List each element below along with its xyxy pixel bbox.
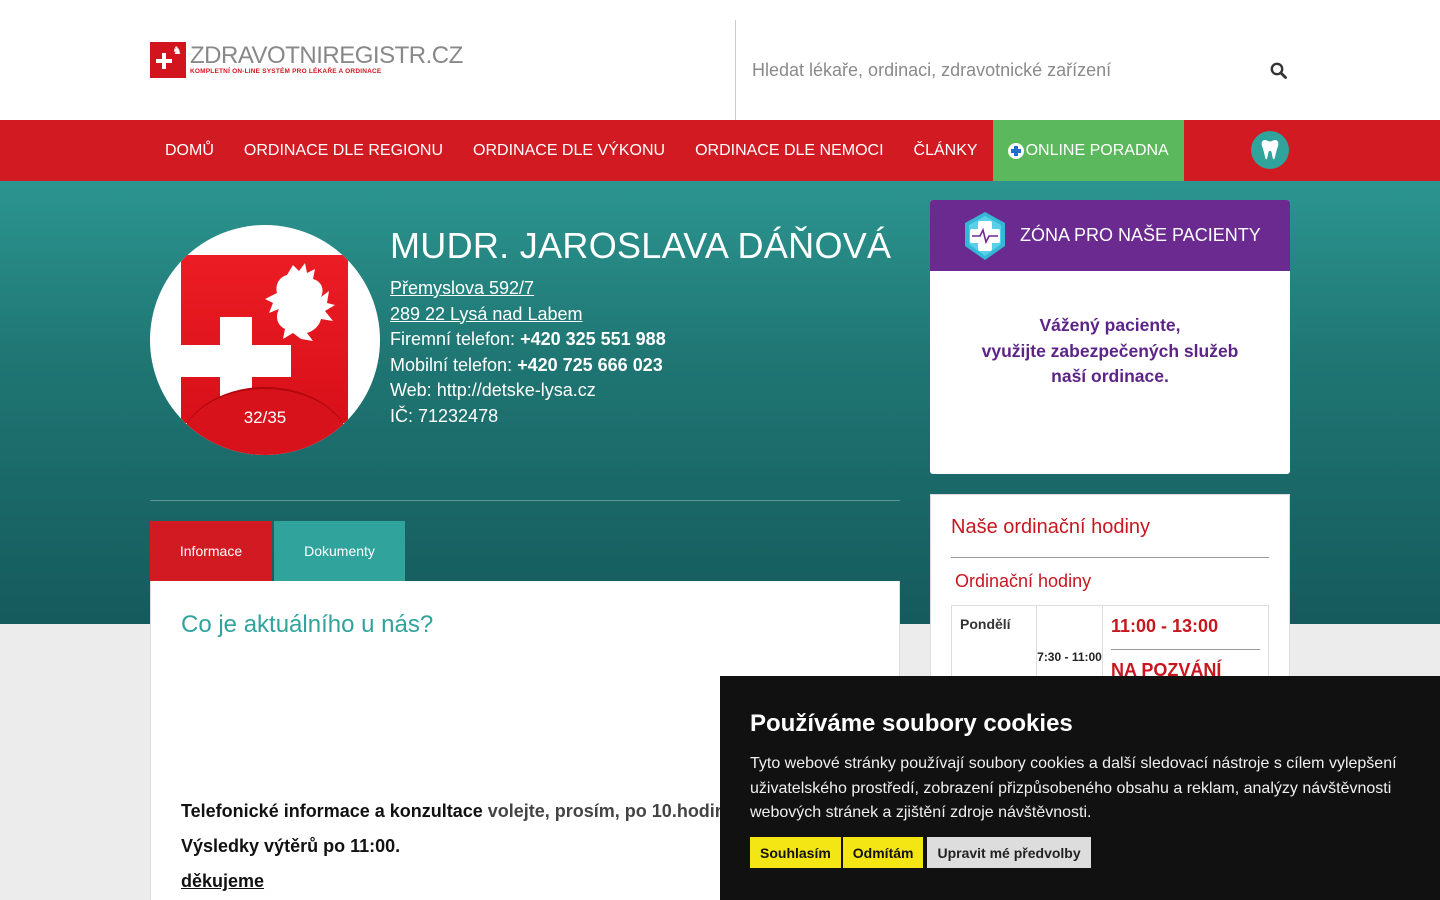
hero-divider [150,500,900,501]
cookie-banner: Používáme soubory cookies Tyto webové st… [720,676,1440,900]
doctor-contact-info: Přemyslova 592/7 289 22 Lysá nad Labem F… [390,276,666,430]
rating-count: 32/35 [243,408,287,427]
test-results-text: Výsledky výtěrů po 11:00. [181,836,401,856]
nav-item-domu[interactable]: DOMŮ [150,120,229,181]
address-street-link[interactable]: Přemyslova 592/7 [390,276,666,302]
nav-online-label: ONLINE PORADNA [1025,141,1169,159]
cookie-preferences-button[interactable]: Upravit mé předvolby [927,837,1091,868]
cookie-text: Tyto webové stránky používají soubory co… [750,755,1397,821]
company-phone: Firemní telefon: +420 325 551 988 [390,329,666,350]
nav-item-vykon[interactable]: ORDINACE DLE VÝKONU [458,120,680,181]
cookie-title: Používáme soubory cookies [750,710,1073,737]
patient-zone-title: ZÓNA PRO NAŠE PACIENTY [1020,225,1261,245]
news-heading: Co je aktuálního u nás? [181,611,434,638]
address-city-link[interactable]: 289 22 Lysá nad Labem [390,302,666,328]
thanks-text: děkujeme [181,871,265,891]
cookie-reject-button[interactable]: Odmítám [842,837,924,868]
logo-cross-icon: ♞ [150,42,186,78]
patient-zone-body: Vážený paciente, využijte zabezpečených … [981,315,1239,386]
dental-button[interactable] [1251,131,1289,169]
cookie-accept-button[interactable]: Souhlasím [750,837,841,868]
tooth-icon [1261,140,1279,160]
logo-subtitle: KOMPLETNÍ ON-LINE SYSTÉM PRO LÉKAŘE A OR… [190,68,382,75]
medical-plus-icon [1007,142,1024,159]
search-input[interactable] [752,58,1232,82]
company-phone-number[interactable]: +420 325 551 988 [520,329,666,349]
company-id: IČ: 71232478 [390,405,499,426]
logo-title: ZDRAVOTNIREGISTR.CZ [190,42,463,69]
site-logo[interactable]: ♞ ZDRAVOTNIREGISTR.CZ KOMPLETNÍ ON-LINE … [150,41,463,79]
doctor-avatar: 32/35 [150,225,380,455]
phone-consult-text: Telefonické informace a konzultace volej… [181,801,736,821]
mobile-phone-number[interactable]: +420 725 666 023 [517,355,663,375]
search-button[interactable] [1266,56,1290,84]
search-box [735,20,1290,120]
tab-informace[interactable]: Informace [150,521,272,581]
mobile-phone: Mobilní telefon: +420 725 666 023 [390,354,663,375]
search-icon [1270,62,1287,79]
main-nav: DOMŮ ORDINACE DLE REGIONU ORDINACE DLE V… [0,120,1440,181]
website[interactable]: Web: http://detske-lysa.cz [390,378,666,404]
cookie-buttons: Souhlasím Odmítám Upravit mé předvolby [750,837,1091,868]
medical-shield-icon [965,211,1005,260]
office-hours-divider [951,557,1269,558]
profile-tabs: Informace Dokumenty [150,521,405,581]
nav-item-online-poradna[interactable]: ONLINE PORADNA [992,120,1184,181]
office-hours-subtitle: Ordinační hodiny [955,571,1092,591]
nav-item-clanky[interactable]: ČLÁNKY [899,120,993,181]
site-header: ♞ ZDRAVOTNIREGISTR.CZ KOMPLETNÍ ON-LINE … [0,0,1440,120]
patient-zone-card[interactable]: ZÓNA PRO NAŠE PACIENTY Vážený paciente, … [930,200,1290,474]
tab-dokumenty[interactable]: Dokumenty [274,521,405,581]
hours-afternoon: 11:00 - 13:00 [1111,616,1219,636]
nav-item-nemoc[interactable]: ORDINACE DLE NEMOCI [680,120,898,181]
office-hours-title: Naše ordinační hodiny [951,516,1151,538]
nav-item-region[interactable]: ORDINACE DLE REGIONU [229,120,458,181]
doctor-name: MUDR. JAROSLAVA DÁŇOVÁ [390,225,892,266]
patient-zone-header: ZÓNA PRO NAŠE PACIENTY [930,200,1290,271]
